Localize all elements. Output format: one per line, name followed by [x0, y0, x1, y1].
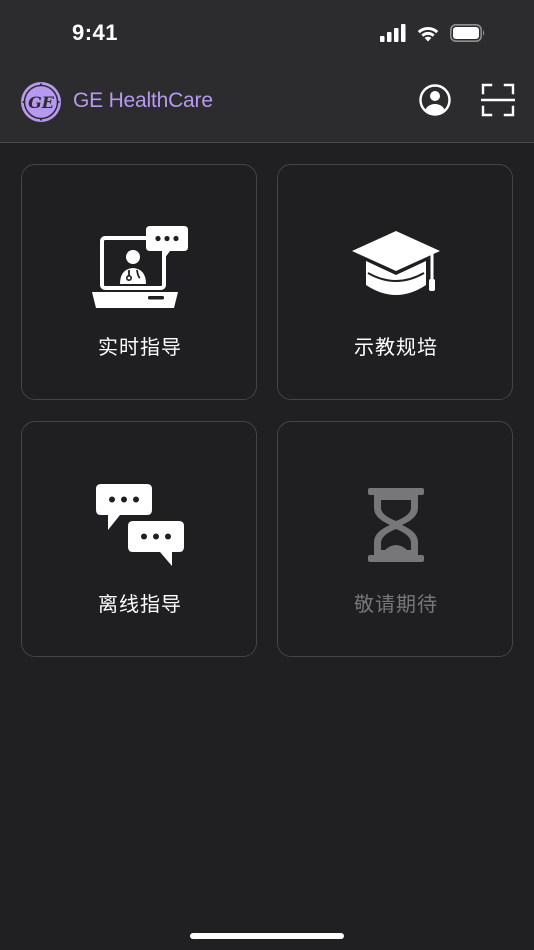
card-label: 示教规培 [354, 335, 438, 359]
profile-button[interactable] [417, 84, 453, 120]
home-indicator[interactable] [190, 933, 344, 939]
card-offline-guidance[interactable]: 离线指导 [21, 421, 257, 657]
profile-icon [418, 83, 452, 121]
top-bar: 9:41 GE GE HealthCare [0, 0, 534, 143]
card-label: 敬请期待 [354, 592, 438, 616]
hourglass-icon [278, 482, 514, 568]
wifi-icon [416, 24, 440, 42]
cellular-signal-icon [380, 24, 406, 42]
ge-logo: GE [20, 81, 62, 123]
card-label: 离线指导 [98, 592, 182, 616]
app-header: GE GE HealthCare [0, 70, 534, 143]
scan-icon [479, 83, 517, 121]
video-consult-icon [22, 225, 258, 311]
chat-bubbles-icon [22, 482, 258, 568]
graduation-cap-icon [278, 225, 514, 311]
brand-name: GE HealthCare [73, 89, 213, 112]
svg-text:GE: GE [28, 93, 55, 112]
card-label: 实时指导 [98, 335, 182, 359]
card-realtime-guidance[interactable]: 实时指导 [21, 164, 257, 400]
card-teaching-training[interactable]: 示教规培 [277, 164, 513, 400]
app-screen: 9:41 GE GE HealthCare 实时指导 示教规培 离线指导 敬请期… [0, 0, 534, 950]
status-bar: 9:41 [0, 0, 534, 70]
card-coming-soon: 敬请期待 [277, 421, 513, 657]
status-time: 9:41 [72, 20, 119, 45]
scan-button[interactable] [479, 83, 517, 121]
battery-icon [450, 24, 486, 42]
status-icons [380, 24, 486, 42]
